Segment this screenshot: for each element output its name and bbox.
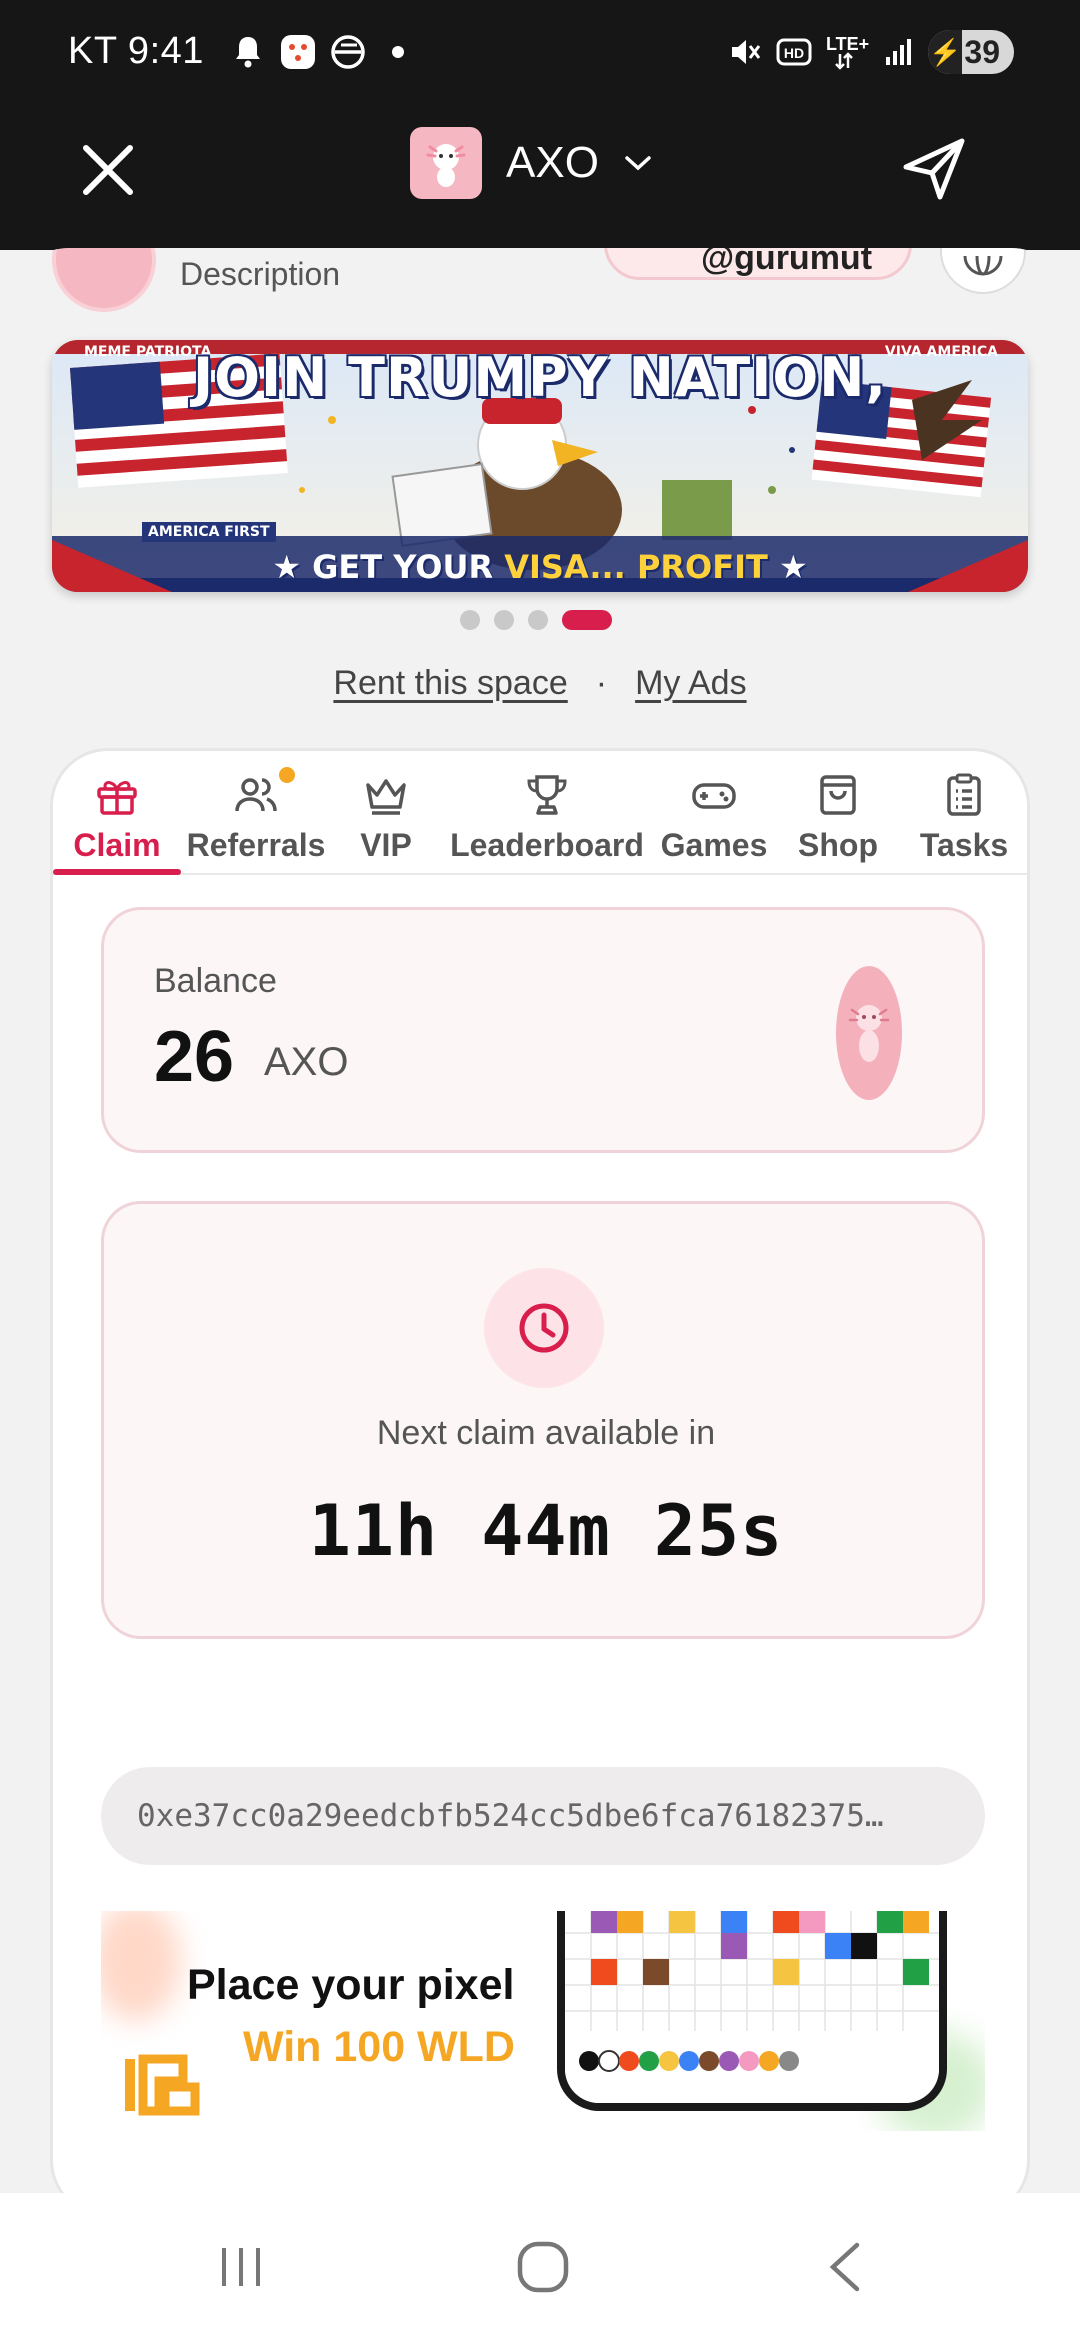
balance-value: 26 xyxy=(154,1017,235,1097)
balance-card: Balance 26 AXO xyxy=(101,907,985,1153)
mute-icon xyxy=(732,40,761,64)
dot-icon xyxy=(378,32,418,72)
close-button[interactable] xyxy=(78,140,138,200)
banner-subtitle: ★ GET YOUR VISA... PROFIT ★ xyxy=(272,548,808,586)
balance-unit: AXO xyxy=(264,1040,349,1084)
signal-icon xyxy=(886,39,912,65)
status-right-icons: HD LTE+ ⚡ 39 xyxy=(728,30,1014,74)
battery-level: 39 xyxy=(964,33,1000,70)
avatar xyxy=(52,248,156,312)
promo-title: Place your pixel xyxy=(187,1961,515,2009)
claim-countdown: 11h 44m 25s xyxy=(308,1490,784,1572)
axolotl-logo-icon xyxy=(410,127,482,199)
wallet-address-text: 0xe37cc0a29eedcbfb524cc5dbe6fca76182375… xyxy=(137,1798,884,1834)
vip-notification-dot xyxy=(279,767,295,783)
wallet-address[interactable]: 0xe37cc0a29eedcbfb524cc5dbe6fca76182375… xyxy=(101,1767,985,1865)
pixel-logo-icon xyxy=(125,2054,200,2116)
recent-apps-button[interactable] xyxy=(206,2237,276,2297)
trophy-icon xyxy=(527,775,567,815)
banner-subtitle-highlight: VISA... PROFIT xyxy=(504,548,768,586)
home-icon xyxy=(517,2241,569,2293)
pixel-grid-image xyxy=(565,1911,939,2103)
description-label: Description xyxy=(180,256,341,292)
tab-label: Leaderboard xyxy=(450,827,644,863)
tab-vip[interactable]: VIP xyxy=(341,771,431,871)
next-claim-label: Next claim available in xyxy=(376,1414,716,1452)
gamepad-icon xyxy=(692,783,736,809)
tab-claim[interactable]: Claim xyxy=(65,771,169,871)
chevron-down-icon xyxy=(625,156,651,171)
users-icon xyxy=(235,778,277,812)
share-button[interactable] xyxy=(898,133,970,205)
axolotl-token-icon xyxy=(836,966,902,1100)
tab-referrals[interactable]: Referrals xyxy=(181,771,331,871)
promo-subtitle: Win 100 WLD xyxy=(243,2023,515,2071)
crown-icon xyxy=(366,779,406,815)
carousel-dot-active[interactable] xyxy=(562,610,612,630)
charging-bolt-icon: ⚡ xyxy=(928,30,963,74)
banner-subtitle-part1: GET YOUR xyxy=(312,548,505,586)
tab-label: Games xyxy=(660,827,768,863)
battery-indicator: ⚡ 39 xyxy=(928,30,1014,74)
globe-icon xyxy=(963,255,1003,276)
tab-games[interactable]: Games xyxy=(659,771,769,871)
bell-icon xyxy=(228,32,268,72)
ads-separator: · xyxy=(595,664,608,702)
lte-icon: LTE+ xyxy=(826,34,870,70)
promo-banner[interactable]: Place your pixel Win 100 WLD xyxy=(101,1911,985,2131)
clock-icon xyxy=(519,1303,569,1353)
worldcoin-icon xyxy=(328,32,368,72)
main-card: Claim Referrals VIP Leaderboard Games Sh… xyxy=(50,748,1030,2193)
active-tab-indicator xyxy=(53,869,181,875)
tab-tasks[interactable]: Tasks xyxy=(909,771,1019,871)
shopping-bag-icon xyxy=(820,775,856,815)
app-title-dropdown[interactable]: AXO xyxy=(410,127,653,199)
profile-header: Description @gurumut xyxy=(0,248,1080,338)
clipboard-icon xyxy=(947,773,981,816)
carousel-pagination xyxy=(460,610,612,630)
carousel-dot[interactable] xyxy=(528,610,548,630)
handle-badge[interactable]: @gurumut xyxy=(604,248,912,280)
tab-label: VIP xyxy=(360,827,412,863)
tab-bar: Claim Referrals VIP Leaderboard Games Sh… xyxy=(53,751,1027,875)
tab-label: Referrals xyxy=(186,827,326,863)
status-bar: KT 9:41 HD LTE+ ⚡ 39 xyxy=(0,0,1080,105)
carousel-dot[interactable] xyxy=(460,610,480,630)
app-title: AXO xyxy=(506,138,599,187)
back-chevron-icon xyxy=(829,2242,860,2292)
clock-badge xyxy=(484,1268,604,1388)
pixel-canvas-preview xyxy=(557,1911,947,2111)
banner-sign: AMERICA FIRST xyxy=(142,522,276,542)
promo-glow xyxy=(101,1911,181,2021)
website-button[interactable] xyxy=(940,248,1026,294)
home-button[interactable] xyxy=(508,2237,578,2297)
hd-icon: HD xyxy=(776,38,812,66)
claim-card: Next claim available in 11h 44m 25s xyxy=(101,1201,985,1639)
recent-apps-icon xyxy=(222,2248,260,2286)
carousel-dot[interactable] xyxy=(494,610,514,630)
status-left-icons xyxy=(228,32,418,72)
rent-space-link[interactable]: Rent this space xyxy=(333,664,567,702)
app-notification-icon xyxy=(278,32,318,72)
status-time: KT 9:41 xyxy=(68,30,204,72)
send-icon xyxy=(903,138,965,200)
app-bar: AXO xyxy=(0,105,1080,250)
ad-banner[interactable]: MEME PATRIOTA VIVA AMERICA AMERICA FIRST… xyxy=(52,340,1028,592)
balance-label: Balance xyxy=(154,962,277,1000)
tab-label: Shop xyxy=(798,827,878,863)
gift-icon xyxy=(97,781,137,815)
system-nav-bar xyxy=(0,2193,1080,2340)
content-sheet: Description @gurumut MEME PATRIOTA VIVA … xyxy=(0,248,1080,2193)
my-ads-link[interactable]: My Ads xyxy=(635,664,746,702)
banner-title: JOIN TRUMPY NATION, xyxy=(193,346,887,409)
tab-shop[interactable]: Shop xyxy=(783,771,893,871)
tab-label: Tasks xyxy=(919,827,1009,863)
back-button[interactable] xyxy=(810,2237,880,2297)
ads-links: Rent this space · My Ads xyxy=(0,664,1080,703)
tab-label: Claim xyxy=(73,827,161,863)
tab-leaderboard[interactable]: Leaderboard xyxy=(447,771,647,871)
svg-text:HD: HD xyxy=(784,45,804,61)
svg-text:LTE+: LTE+ xyxy=(826,34,869,54)
close-icon xyxy=(83,145,133,195)
